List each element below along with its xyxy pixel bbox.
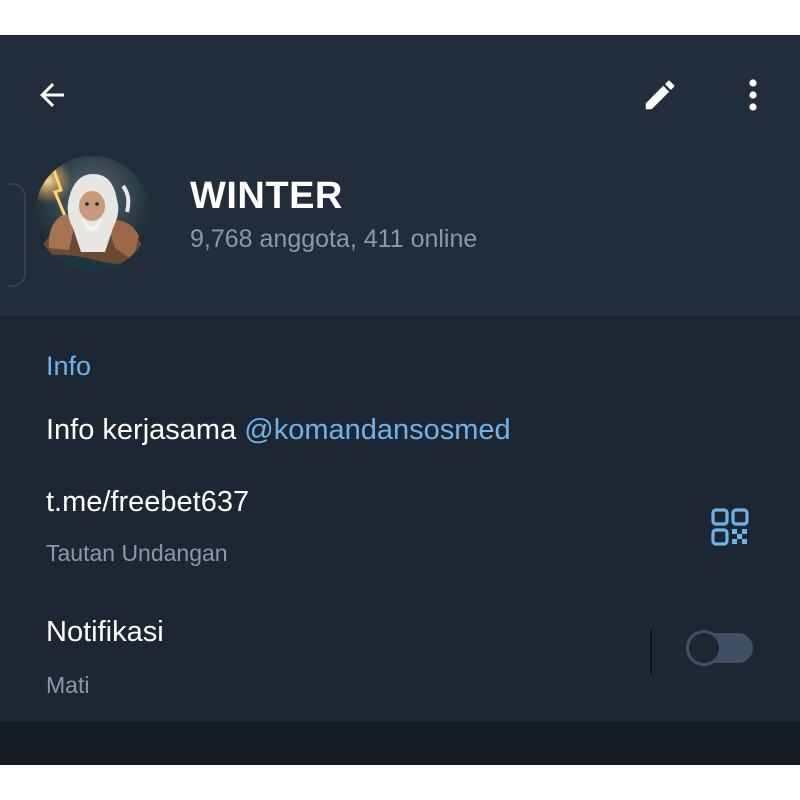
group-profile-screen: WINTER 9,768 anggota, 411 online Info In… bbox=[0, 35, 800, 765]
invite-link[interactable]: t.me/freebet637 bbox=[46, 486, 249, 519]
arrow-left-icon bbox=[40, 83, 64, 107]
notifications-row[interactable]: Notifikasi Mati bbox=[0, 596, 800, 722]
notifications-title: Notifikasi bbox=[46, 616, 164, 648]
side-edge-decoration bbox=[8, 183, 26, 287]
member-count: 9,768 anggota, 411 online bbox=[190, 225, 478, 253]
description-text: Info kerjasama bbox=[46, 414, 245, 446]
zeus-illustration bbox=[35, 156, 150, 271]
edit-button[interactable] bbox=[630, 67, 690, 123]
info-section: Info Info kerjasama @komandansosmed t.me… bbox=[0, 316, 800, 722]
vertical-dots-icon bbox=[749, 79, 757, 111]
profile-header: WINTER 9,768 anggota, 411 online bbox=[0, 35, 800, 316]
section-separator bbox=[0, 722, 800, 765]
invite-link-row[interactable]: t.me/freebet637 Tautan Undangan bbox=[0, 466, 800, 586]
notifications-toggle[interactable] bbox=[686, 630, 753, 666]
qr-code-icon bbox=[711, 508, 749, 546]
notifications-status: Mati bbox=[46, 672, 90, 698]
back-button[interactable] bbox=[24, 67, 80, 123]
invite-link-caption: Tautan Undangan bbox=[46, 540, 228, 566]
pencil-icon bbox=[645, 80, 675, 110]
more-options-button[interactable] bbox=[728, 67, 778, 123]
section-title-info: Info bbox=[46, 351, 92, 381]
toggle-knob bbox=[686, 630, 722, 666]
mention-link[interactable]: @komandansosmed bbox=[244, 414, 510, 446]
vertical-divider bbox=[650, 630, 652, 674]
group-description: Info kerjasama @komandansosmed bbox=[46, 414, 511, 447]
group-title: WINTER bbox=[190, 175, 343, 217]
avatar[interactable] bbox=[35, 156, 150, 271]
qr-code-button[interactable] bbox=[705, 502, 755, 552]
